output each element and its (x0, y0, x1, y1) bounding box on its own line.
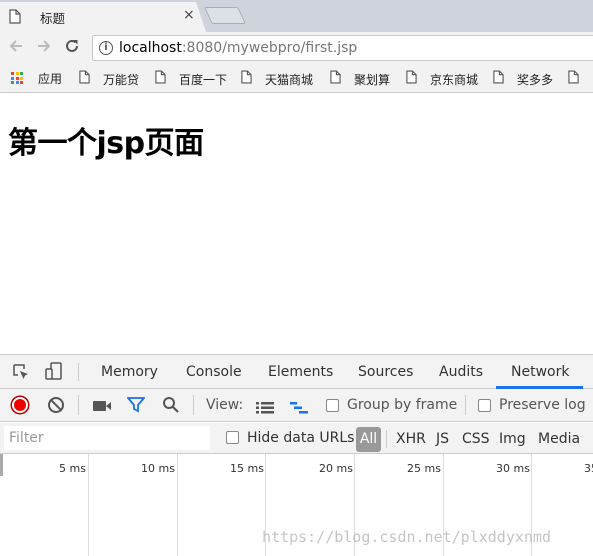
tick-label: 30 ms (496, 462, 530, 475)
tick-line (88, 454, 89, 556)
filter-type-media[interactable]: Media (538, 431, 580, 447)
separator (78, 363, 79, 381)
page-icon (330, 70, 341, 87)
view-label: View: (206, 397, 244, 413)
page-icon (9, 9, 21, 28)
tick-label: 5 ms (59, 462, 86, 475)
hide-data-urls-label: Hide data URLs (247, 430, 355, 446)
watermark: https://blog.csdn.net/plxddyxnmd (262, 528, 551, 546)
bookmark-label: 奖多多 (517, 73, 554, 87)
tab-console[interactable]: Console (186, 364, 242, 380)
tick-label: 35 (584, 462, 593, 475)
tick-label: 15 ms (230, 462, 264, 475)
new-tab-button[interactable] (204, 7, 246, 24)
reload-icon[interactable] (64, 38, 80, 59)
filter-input[interactable] (4, 426, 210, 450)
page-heading: 第一个jsp页面 (8, 126, 204, 161)
tab-strip: 标题 × (0, 0, 593, 32)
page-icon (406, 70, 417, 87)
search-icon[interactable] (162, 396, 180, 418)
tab-network[interactable]: Network (511, 364, 569, 380)
group-by-frame-label: Group by frame (347, 397, 458, 413)
tick-label: 25 ms (407, 462, 441, 475)
tab-audits[interactable]: Audits (439, 364, 483, 380)
filter-type-all[interactable]: All (356, 427, 381, 452)
camera-icon[interactable] (92, 398, 112, 417)
bookmark-label: 万能贷 (103, 73, 140, 87)
tick-label: 10 ms (141, 462, 175, 475)
info-icon[interactable]: i (99, 41, 113, 55)
bookmark-label: 应用 (38, 72, 63, 86)
filter-type-css[interactable]: CSS (462, 431, 490, 447)
page-icon (79, 70, 90, 87)
separator (386, 430, 387, 448)
separator (78, 395, 79, 415)
url-text: localhost:8080/mywebpro/first.jsp (119, 40, 358, 56)
close-tab-icon[interactable]: × (183, 7, 195, 23)
forward-arrow-icon[interactable] (36, 38, 52, 59)
bookmark-apps[interactable]: 应用 (38, 70, 62, 87)
tab-title: 标题 (40, 11, 66, 26)
bookmarks-bar: 应用 万能贷 百度一下 天猫商城 聚划算 京东商城 奖多多 (0, 64, 593, 93)
hide-data-urls-checkbox[interactable] (226, 431, 239, 444)
devtools-tab-bar: Memory Console Elements Sources Audits N… (0, 355, 593, 389)
tab-memory[interactable]: Memory (101, 364, 158, 380)
tab-elements[interactable]: Elements (268, 364, 333, 380)
browser-toolbar: i localhost:8080/mywebpro/first.jsp (0, 32, 593, 64)
filter-type-xhr[interactable]: XHR (396, 431, 426, 447)
filter-type-img[interactable]: Img (499, 431, 526, 447)
inspect-element-icon[interactable] (12, 363, 30, 385)
preserve-log-checkbox[interactable] (478, 399, 491, 412)
bookmark-label: 天猫商城 (265, 73, 314, 87)
bookmark-label: 京东商城 (430, 73, 479, 87)
record-button[interactable] (12, 397, 28, 413)
page-icon (155, 70, 166, 87)
back-arrow-icon[interactable] (8, 38, 24, 59)
page-icon (241, 70, 252, 87)
page-icon (493, 70, 504, 87)
large-rows-icon[interactable] (256, 399, 274, 418)
tick-line (177, 454, 178, 556)
waterfall-overview-icon[interactable] (290, 399, 308, 418)
timeline-edge (0, 454, 3, 476)
clear-icon[interactable] (48, 397, 64, 413)
tab-sources[interactable]: Sources (358, 364, 413, 380)
filter-icon[interactable] (126, 397, 146, 417)
filter-type-js[interactable]: JS (436, 431, 449, 447)
separator (193, 395, 194, 415)
tick-label: 20 ms (319, 462, 353, 475)
group-by-frame-checkbox[interactable] (326, 399, 339, 412)
bookmark-label: 百度一下 (179, 73, 228, 87)
separator (465, 395, 466, 415)
preserve-log-label: Preserve log (499, 397, 586, 413)
browser-tab[interactable]: 标题 × (0, 2, 206, 32)
apps-grid-icon[interactable] (11, 72, 23, 84)
address-bar[interactable]: i localhost:8080/mywebpro/first.jsp (92, 35, 593, 61)
page-icon (568, 70, 579, 87)
device-toolbar-icon[interactable] (44, 361, 64, 385)
bookmark-label: 聚划算 (354, 73, 391, 87)
